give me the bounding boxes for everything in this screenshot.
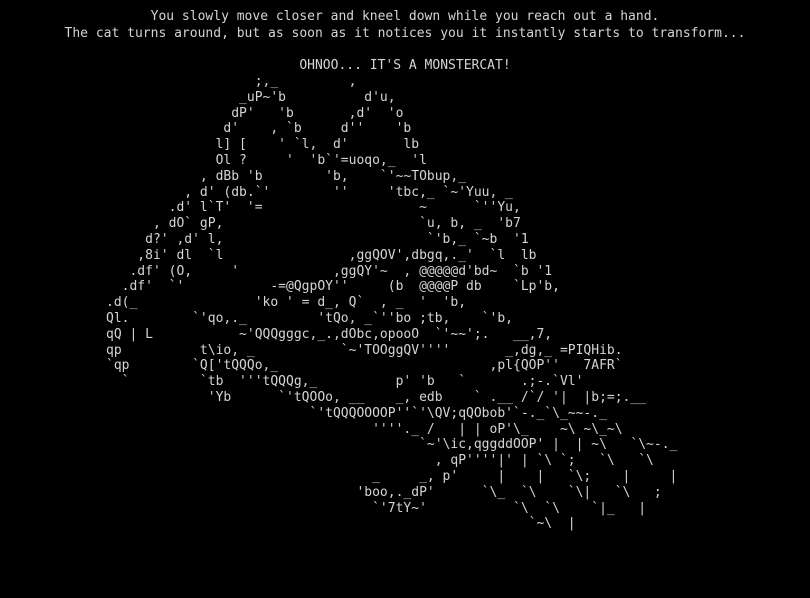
story-line-1: You slowly move closer and kneel down wh…: [150, 9, 660, 24]
ascii-art-line: `'tQQQOOOOP''`'\QV;qQObob'`-._`\_~~-._: [106, 405, 607, 421]
ascii-art-line: ''''._ / | | oP'\_ ~\ ~\_~\: [106, 421, 623, 437]
ascii-art-line: _uP~'b d'u,: [106, 89, 396, 105]
story-line-2: The cat turns around, but as soon as it …: [64, 26, 746, 41]
ascii-art-line: dP' 'b ,d' 'o: [106, 105, 404, 121]
ascii-art-line: 'Yb `'tQOOo, __ _, edb ` .__ /`/ '| |b;=…: [106, 389, 647, 405]
ascii-art-line: .df' (O, ' ,ggQY'~ , @@@@@d'bd~ `b '1: [106, 263, 553, 279]
monstercat-ascii-art: ;,_ , _uP~'b d'u, dP' 'b ,d' 'o d' , `b …: [106, 74, 677, 532]
ascii-art-line: ;,_ ,: [106, 74, 357, 89]
ascii-art-line: , dBb 'b 'b, `'~~TObup,_: [106, 168, 467, 184]
ascii-art-line: ,8i' dl `l ,ggQOV',dbgq,._' `l lb: [106, 247, 537, 263]
ascii-art-line: .d' l`T' '= ~ `''Yu,: [106, 200, 521, 216]
ascii-art-line: , d' (db.`' '' 'tbc,_ `~'Yuu, _: [106, 184, 513, 200]
ascii-art-line: `'7tY~' `\ `\ `|_ |: [106, 500, 647, 516]
ascii-art-line: 'boo,._dP' `\_ `\ `\| `\ ;: [106, 484, 662, 500]
ascii-art-line: Ql. `'qo,._ 'tQo, _`''bo ;tb, `'b,: [106, 310, 513, 326]
ascii-art-line: , qP''''|' | `\ `; `\ `\: [106, 453, 654, 469]
ascii-art-line: qp t\io, _ `~'TOOggQV'''' _,dg,_ =PIQHib…: [106, 342, 623, 358]
ascii-art-line: ` `tb '''tQQQg,_ p' 'b ` .;-.`Vl': [106, 374, 584, 390]
ascii-art-line: .d(_ 'ko ' = d_, Q` , _ ' 'b,: [106, 295, 467, 311]
ascii-art-line: Ol ? ' 'b`'=uoqo,_ 'l: [106, 152, 427, 168]
ascii-art-line: `~\ |: [106, 516, 576, 532]
ascii-art-line: l] [ ' `l, d' lb: [106, 137, 420, 153]
ascii-art-line: _ _, p' | | `\; | |: [106, 468, 678, 484]
ascii-art-line: `qp `Q['tQQQo,_ ,pl{QOP'' 7AFR`: [106, 358, 623, 374]
ascii-art-line: qQ | L ~'QQQgggc,_.,dObc,opooO `'~~';. _…: [106, 326, 553, 342]
monster-exclamation: OHNOO... IT'S A MONSTERCAT!: [299, 58, 511, 73]
ascii-art-line: , dO` gP, `u, b, _ 'b7: [106, 216, 521, 232]
ascii-art-line: d?' ,d' l, `'b,_ `~b '1: [106, 231, 529, 247]
ascii-art-line: `~'\ic,qggddOOP' | | ~\ `\~-._: [106, 437, 678, 453]
ascii-art-line: d' , `b d'' 'b: [106, 121, 412, 137]
ascii-art-line: .df' `' -=@QgpOY'' (b @@@@P db `Lp'b,: [106, 279, 560, 295]
terminal-window: You slowly move closer and kneel down wh…: [0, 0, 810, 598]
